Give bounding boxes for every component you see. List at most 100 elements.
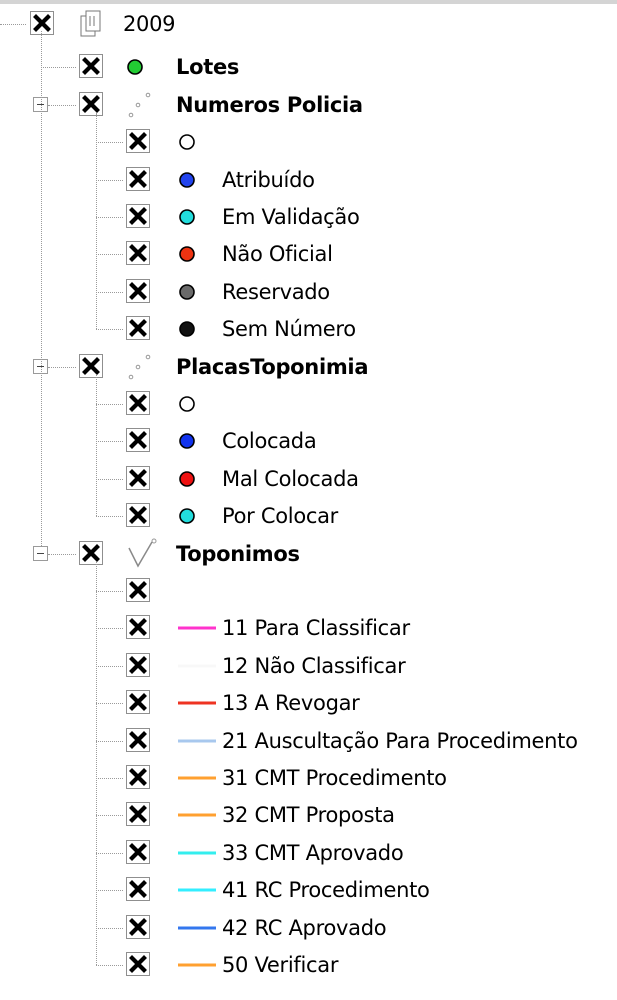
check-cross-icon: [82, 57, 100, 76]
class-visibility-checkbox[interactable]: [126, 391, 150, 415]
legend-item-row[interactable]: Em Validação: [0, 199, 617, 236]
layer-row[interactable]: PlacasToponimia: [0, 349, 617, 386]
check-cross-icon: [129, 207, 147, 225]
layer-visibility-checkbox[interactable]: [79, 353, 103, 378]
legend-item-row[interactable]: Não Oficial: [0, 236, 617, 273]
panel-top-border: [0, 0, 617, 4]
layer-label: Numeros Policia: [176, 92, 363, 117]
check-cross-icon: [129, 319, 147, 338]
layer-label: 32 CMT Proposta: [222, 803, 395, 828]
layer-label: Não Oficial: [222, 242, 333, 267]
legend-item-row[interactable]: 32 CMT Proposta: [0, 797, 617, 834]
layer-row[interactable]: Toponimos: [0, 536, 617, 573]
point-layer-icon: [126, 87, 156, 124]
layer-visibility-checkbox[interactable]: [79, 91, 103, 116]
point-symbol-icon: [178, 162, 200, 199]
legend-item-row[interactable]: Por Colocar: [0, 498, 617, 535]
legend-item-row[interactable]: 33 CMT Aprovado: [0, 835, 617, 872]
point-symbol-icon: [178, 423, 200, 460]
layer-label: Por Colocar: [222, 504, 339, 529]
class-visibility-checkbox[interactable]: [126, 465, 150, 490]
root-visibility-checkbox[interactable]: [30, 11, 54, 35]
class-visibility-checkbox[interactable]: [126, 839, 150, 864]
point-symbol-icon: [178, 311, 200, 348]
check-cross-icon: [129, 655, 147, 674]
layer-label: Lotes: [176, 55, 240, 80]
point-symbol-icon: [178, 461, 200, 498]
line-layer-icon: [126, 536, 162, 573]
class-visibility-checkbox[interactable]: [126, 503, 150, 528]
class-visibility-checkbox[interactable]: [126, 652, 150, 677]
class-visibility-checkbox[interactable]: [126, 166, 150, 191]
legend-item-row[interactable]: Mal Colocada: [0, 461, 617, 498]
layer-row[interactable]: Lotes: [0, 49, 617, 86]
legend-item-row[interactable]: [0, 386, 617, 423]
point-symbol-icon: [126, 49, 148, 86]
point-symbol-icon: [178, 236, 200, 273]
legend-item-row[interactable]: 21 Auscultação Para Procedimento: [0, 723, 617, 760]
class-visibility-checkbox[interactable]: [126, 204, 150, 228]
line-symbol-icon: [178, 835, 218, 872]
layer-label: Sem Número: [222, 317, 356, 342]
class-visibility-checkbox[interactable]: [126, 914, 150, 939]
point-symbol-icon: [178, 274, 200, 311]
layer-visibility-checkbox[interactable]: [79, 54, 103, 79]
legend-item-row[interactable]: Colocada: [0, 423, 617, 460]
legend-item-row[interactable]: 31 CMT Procedimento: [0, 760, 617, 797]
group-folder-icon: [78, 6, 104, 43]
check-cross-icon: [129, 955, 147, 973]
tree-row-root[interactable]: 2009: [0, 6, 617, 43]
legend-item-row[interactable]: 42 RC Aprovado: [0, 910, 617, 947]
class-visibility-checkbox[interactable]: [126, 129, 150, 154]
line-symbol-icon: [178, 648, 218, 685]
check-cross-icon: [129, 768, 147, 786]
legend-item-row[interactable]: 50 Verificar: [0, 947, 617, 984]
class-visibility-checkbox[interactable]: [126, 241, 150, 266]
class-visibility-checkbox[interactable]: [126, 428, 150, 453]
check-cross-icon: [82, 356, 100, 375]
legend-item-row[interactable]: [0, 573, 617, 610]
layer-row[interactable]: Numeros Policia: [0, 87, 617, 124]
legend-item-row[interactable]: [0, 124, 617, 161]
collapse-toggle[interactable]: [33, 545, 48, 561]
line-symbol-icon: [178, 872, 218, 909]
layer-visibility-checkbox[interactable]: [79, 540, 103, 565]
check-cross-icon: [129, 693, 147, 712]
class-visibility-checkbox[interactable]: [126, 802, 150, 827]
check-cross-icon: [129, 581, 147, 599]
layer-label: Colocada: [222, 429, 317, 454]
check-cross-icon: [129, 506, 147, 525]
legend-item-row[interactable]: Reservado: [0, 274, 617, 311]
class-visibility-checkbox[interactable]: [126, 615, 150, 640]
layer-label: 31 CMT Procedimento: [222, 766, 447, 790]
class-visibility-checkbox[interactable]: [126, 877, 150, 902]
layer-label: Toponimos: [176, 541, 300, 566]
legend-item-row[interactable]: Sem Número: [0, 311, 617, 348]
class-visibility-checkbox[interactable]: [126, 316, 150, 341]
legend-item-row[interactable]: 11 Para Classificar: [0, 610, 617, 647]
check-cross-icon: [129, 169, 147, 188]
legend-item-row[interactable]: 12 Não Classificar: [0, 648, 617, 685]
check-cross-icon: [82, 543, 100, 562]
layer-label: 41 RC Procedimento: [222, 878, 430, 903]
class-visibility-checkbox[interactable]: [126, 765, 150, 789]
check-cross-icon: [33, 14, 51, 32]
legend-item-row[interactable]: 13 A Revogar: [0, 685, 617, 722]
check-cross-icon: [129, 394, 147, 412]
layer-label: Atribuído: [222, 167, 315, 192]
class-visibility-checkbox[interactable]: [126, 690, 150, 715]
class-visibility-checkbox[interactable]: [126, 278, 150, 303]
check-cross-icon: [129, 132, 147, 151]
line-symbol-icon: [178, 685, 218, 722]
class-visibility-checkbox[interactable]: [126, 578, 150, 602]
layer-label: 42 RC Aprovado: [222, 915, 387, 940]
class-visibility-checkbox[interactable]: [126, 727, 150, 752]
point-symbol-icon: [178, 124, 200, 161]
legend-item-row[interactable]: Atribuído: [0, 162, 617, 199]
layer-label: 33 CMT Aprovado: [222, 840, 404, 865]
layer-label: Reservado: [222, 279, 330, 304]
line-symbol-icon: [178, 760, 218, 797]
legend-item-row[interactable]: 41 RC Procedimento: [0, 872, 617, 909]
point-symbol-icon: [178, 386, 200, 423]
class-visibility-checkbox[interactable]: [126, 952, 150, 976]
